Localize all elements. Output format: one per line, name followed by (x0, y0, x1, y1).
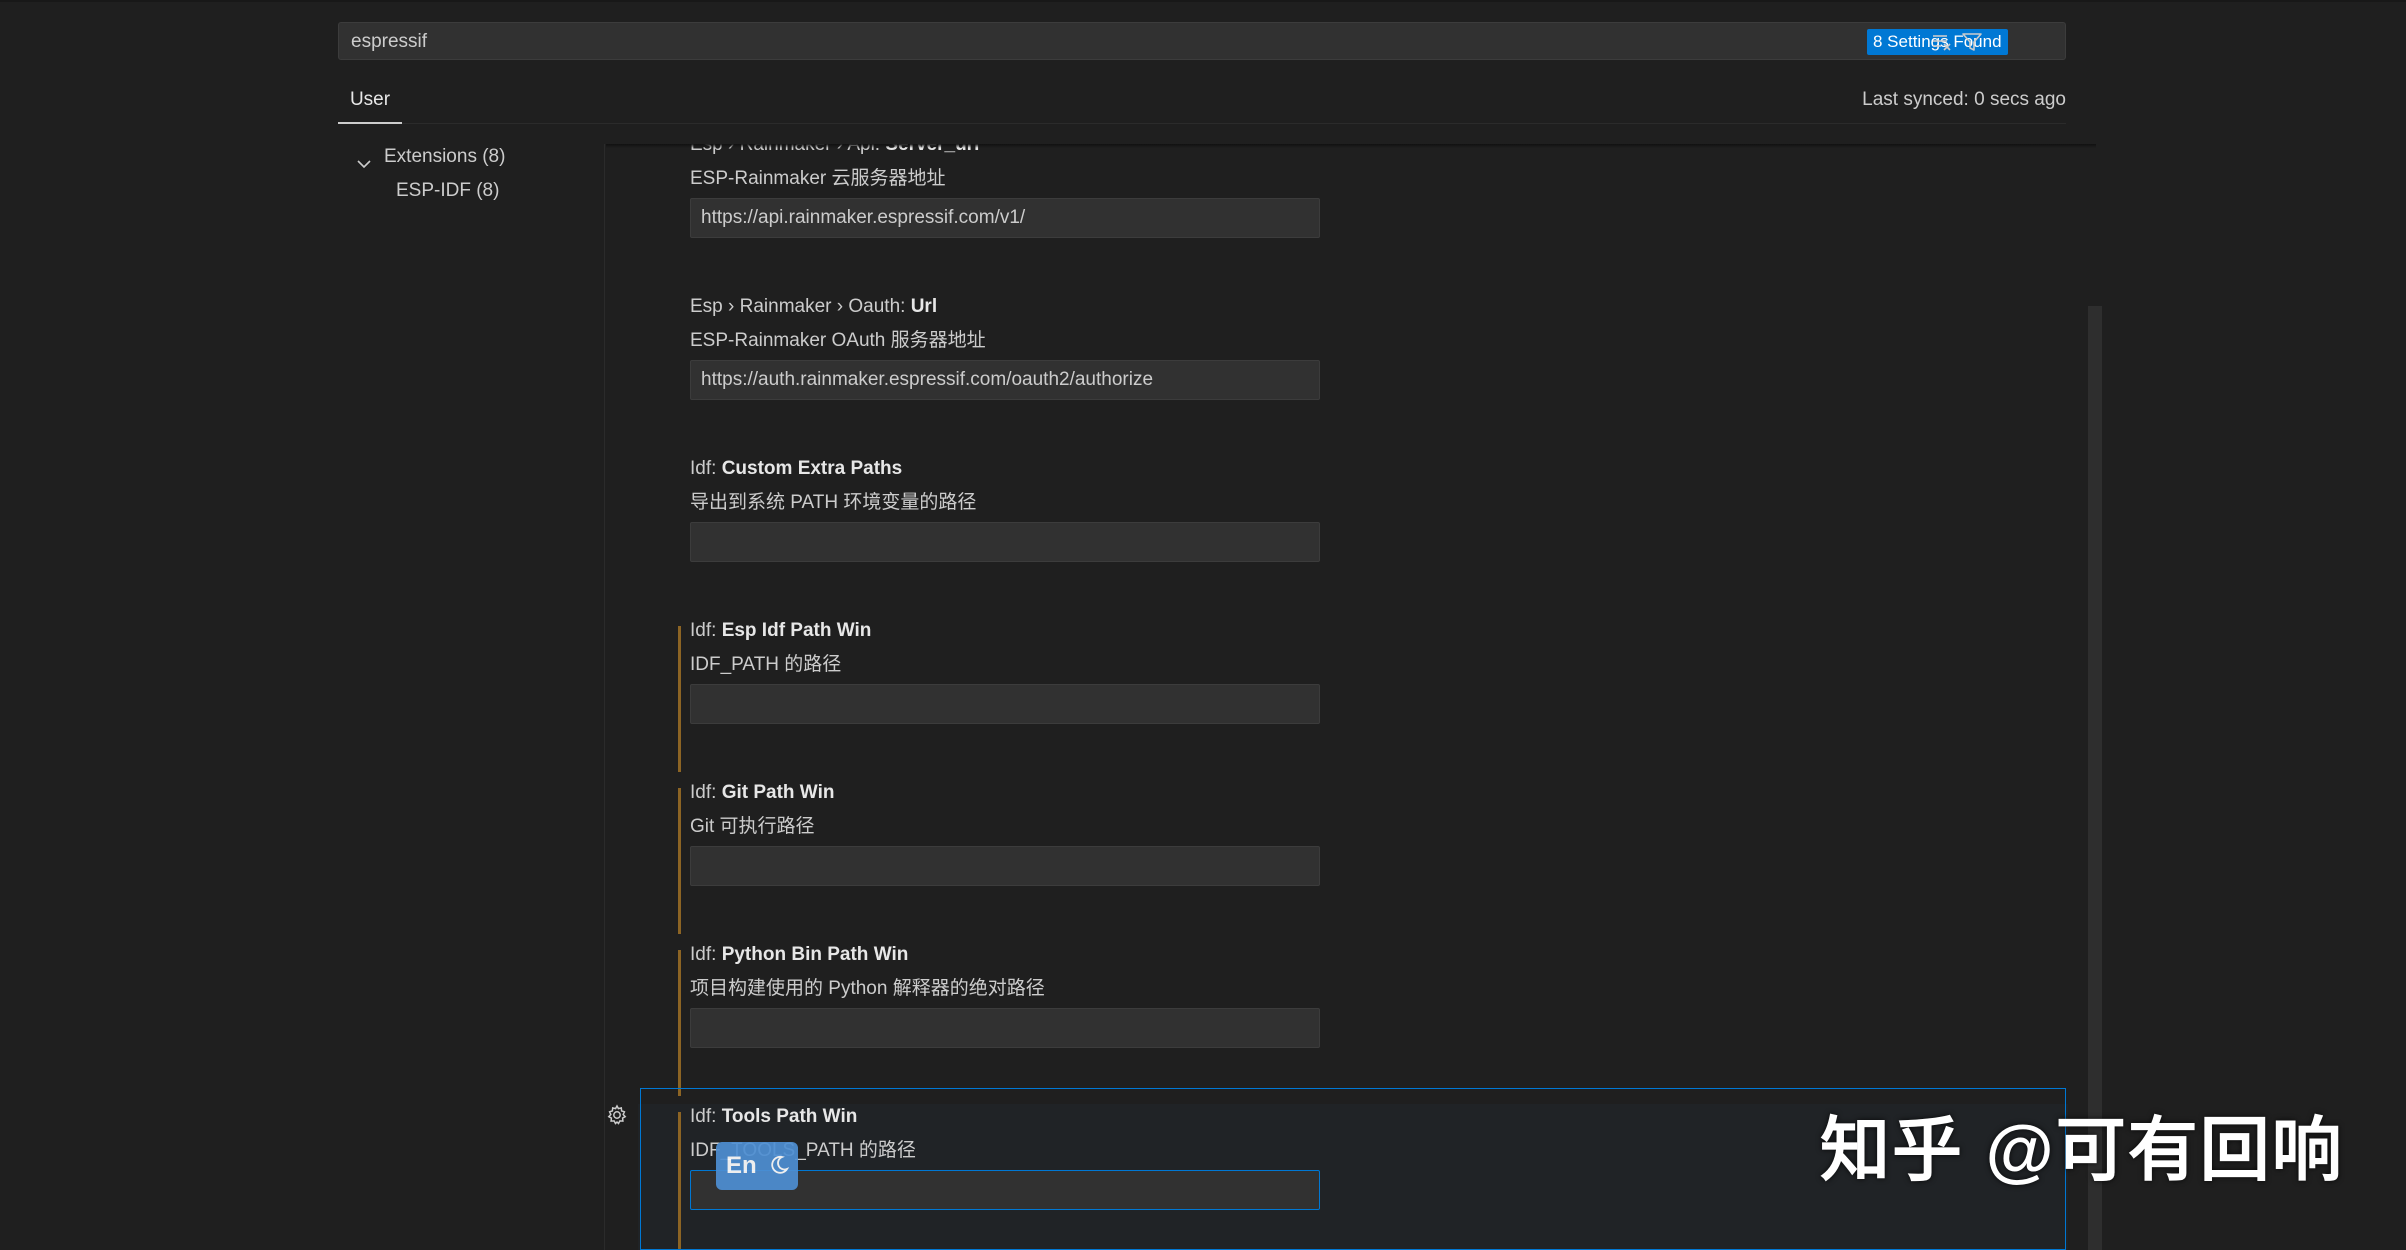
toc-divider (604, 144, 605, 1250)
setting-value-input[interactable] (690, 198, 1320, 238)
setting-idf-git-path-win: Idf: Git Path Win Git 可执行路径 (638, 780, 2068, 942)
list-header-shadow (606, 144, 2096, 148)
filter-icon[interactable] (1961, 31, 1983, 53)
settings-search-input[interactable] (349, 23, 1853, 61)
setting-title: Idf: Esp Idf Path Win (690, 620, 872, 641)
setting-rainmaker-api-server-url: Esp › Rainmaker › Api: Server_url ESP-Ra… (638, 144, 2068, 294)
setting-value-input[interactable] (690, 684, 1320, 724)
setting-value-input[interactable] (690, 360, 1320, 400)
modified-indicator (678, 626, 681, 772)
settings-editor: 8 Settings Found User Last synced: 0 sec… (0, 0, 2406, 1250)
toc-item-extensions[interactable]: Extensions (8) (338, 140, 598, 174)
setting-description: 项目构建使用的 Python 解释器的绝对路径 (690, 978, 1045, 999)
setting-idf-custom-extra-paths: Idf: Custom Extra Paths 导出到系统 PATH 环境变量的… (638, 456, 2068, 618)
setting-title: Esp › Rainmaker › Oauth: Url (690, 296, 938, 317)
setting-description: Git 可执行路径 (690, 816, 815, 837)
setting-idf-esp-idf-path-win: Idf: Esp Idf Path Win IDF_PATH 的路径 (638, 618, 2068, 780)
gear-icon[interactable] (606, 1104, 628, 1126)
title-strip (0, 0, 2406, 2)
toc-item-label: Extensions (8) (384, 146, 506, 167)
tab-user[interactable]: User (338, 80, 402, 124)
setting-value-input[interactable] (690, 1008, 1320, 1048)
setting-title: Idf: Git Path Win (690, 782, 835, 803)
setting-title: Idf: Tools Path Win (690, 1106, 858, 1127)
settings-search-box[interactable]: 8 Settings Found (338, 22, 2066, 61)
clear-filter-icon[interactable] (1931, 31, 1953, 53)
setting-title: Idf: Custom Extra Paths (690, 458, 903, 479)
toc-item-esp-idf[interactable]: ESP-IDF (8) (338, 174, 598, 208)
moon-icon (768, 1154, 790, 1176)
settings-target-tabs: User Last synced: 0 secs ago (338, 80, 2066, 124)
sync-status: Last synced: 0 secs ago (1862, 89, 2066, 110)
chevron-down-icon (356, 150, 372, 169)
setting-title: Idf: Python Bin Path Win (690, 944, 909, 965)
setting-rainmaker-oauth-url: Esp › Rainmaker › Oauth: Url ESP-Rainmak… (638, 294, 2068, 456)
setting-description: ESP-Rainmaker 云服务器地址 (690, 168, 946, 189)
modified-indicator (678, 950, 681, 1096)
settings-toc: Extensions (8) ESP-IDF (8) (338, 140, 598, 208)
setting-idf-python-bin-path-win: Idf: Python Bin Path Win 项目构建使用的 Python … (638, 942, 2068, 1104)
setting-description: 导出到系统 PATH 环境变量的路径 (690, 492, 977, 513)
watermark: 知乎 @可有回响 (1820, 1111, 2344, 1189)
ime-indicator[interactable]: En (716, 1142, 798, 1190)
settings-list: Esp › Rainmaker › Api: Server_url ESP-Ra… (606, 144, 2068, 1250)
ime-mode-label: En (726, 1152, 757, 1179)
setting-description: ESP-Rainmaker OAuth 服务器地址 (690, 330, 986, 351)
setting-description: IDF_PATH 的路径 (690, 654, 842, 675)
modified-indicator (678, 1112, 681, 1250)
modified-indicator (678, 788, 681, 934)
setting-value-input[interactable] (690, 522, 1320, 562)
setting-value-input[interactable] (690, 846, 1320, 886)
